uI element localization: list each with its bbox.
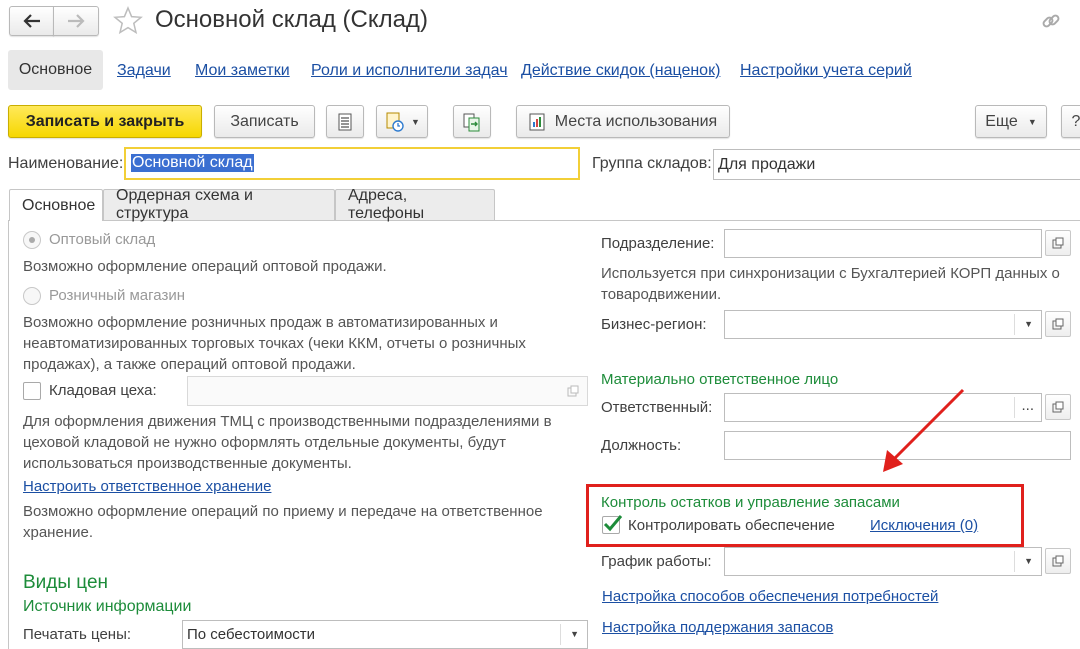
document-list-icon: [338, 113, 352, 130]
retail-radio[interactable]: [23, 287, 41, 305]
workshop-hint: Для оформления движения ТМЦ с производст…: [23, 413, 552, 472]
radio-dot: [29, 237, 35, 243]
more-button[interactable]: Еще ▼: [975, 105, 1047, 138]
workshop-checkbox[interactable]: [23, 382, 41, 400]
dropdown-divider: [1014, 314, 1015, 335]
position-label: Должность:: [601, 437, 682, 454]
link-icon[interactable]: [1040, 10, 1062, 36]
forward-button[interactable]: [53, 6, 99, 36]
group-field[interactable]: Для продажи: [713, 149, 1080, 180]
window-title: Основной склад (Склад): [155, 6, 428, 33]
wholesale-radio[interactable]: [23, 231, 41, 249]
chart-document-icon: [529, 113, 545, 130]
document-clock-icon: [386, 112, 404, 132]
name-field[interactable]: Основной склад: [124, 147, 580, 180]
usage-places-button[interactable]: Места использования: [516, 105, 730, 138]
open-icon: [1052, 318, 1064, 330]
schedule-field[interactable]: ▼: [724, 547, 1042, 576]
chevron-down-icon: ▼: [570, 629, 579, 639]
mol-title: Материально ответственное лицо: [601, 371, 839, 388]
group-field-value: Для продажи: [718, 156, 816, 173]
nav-item-main-label: Основное: [18, 61, 93, 78]
dropdown-divider: [560, 624, 561, 645]
custody-link[interactable]: Настроить ответственное хранение: [23, 478, 271, 495]
open-icon: [1052, 401, 1064, 413]
price-types-title: Виды цен: [23, 572, 109, 593]
region-open-button[interactable]: [1045, 311, 1071, 337]
annotation-arrow-icon: [883, 388, 965, 472]
save-button[interactable]: Записать: [214, 105, 315, 138]
tab-order-scheme[interactable]: Ордерная схема и структура: [103, 187, 335, 222]
create-based-on-button[interactable]: ▼: [376, 105, 428, 138]
retail-label: Розничный магазин: [49, 287, 185, 304]
chevron-down-icon: ▼: [1024, 319, 1033, 329]
back-button[interactable]: [9, 6, 54, 36]
dropdown-divider: [1014, 551, 1015, 572]
document-list-button[interactable]: [326, 105, 364, 138]
schedule-label: График работы:: [601, 553, 712, 570]
tab-main[interactable]: Основное: [9, 189, 103, 221]
nav-item-main[interactable]: Основное: [8, 50, 103, 90]
nav-link-series[interactable]: Настройки учета серий: [740, 62, 912, 80]
nav-link-tasks[interactable]: Задачи: [117, 62, 171, 80]
highlight-frame: [586, 484, 1024, 547]
division-open-button[interactable]: [1045, 230, 1071, 256]
dropdown-divider: [1014, 397, 1015, 418]
open-icon: [567, 385, 579, 397]
open-icon: [1052, 237, 1064, 249]
structure-button[interactable]: [453, 105, 491, 138]
retail-hint: Возможно оформление розничных продаж в а…: [23, 314, 526, 373]
name-field-value: Основной склад: [131, 154, 254, 172]
workshop-label: Кладовая цеха:: [49, 382, 157, 399]
save-and-close-button[interactable]: Записать и закрыть: [8, 105, 202, 138]
schedule-open-button[interactable]: [1045, 548, 1071, 574]
open-icon: [1052, 555, 1064, 567]
print-prices-value: По себестоимости: [187, 626, 316, 643]
arrow-left-icon: [22, 14, 40, 28]
nav-link-notes[interactable]: Мои заметки: [195, 62, 290, 80]
division-field[interactable]: [724, 229, 1042, 258]
workshop-field[interactable]: [187, 376, 588, 406]
tab-order-scheme-label: Ордерная схема и структура: [116, 187, 253, 222]
arrow-right-icon: [68, 14, 85, 28]
print-prices-label: Печатать цены:: [23, 626, 132, 643]
document-move-icon: [463, 113, 480, 131]
wholesale-hint: Возможно оформление операций оптовой про…: [23, 258, 387, 275]
more-label: Еще: [985, 112, 1018, 130]
select-ellipsis-icon[interactable]: ...: [1021, 397, 1034, 414]
region-label: Бизнес-регион:: [601, 316, 707, 333]
tab-panel-border: [8, 221, 9, 649]
tab-addresses-label: Адреса, телефоны: [348, 187, 425, 222]
region-field[interactable]: ▼: [724, 310, 1042, 339]
favorite-star-icon[interactable]: [113, 6, 143, 38]
chevron-down-icon: ▼: [1024, 556, 1033, 566]
group-label: Группа складов:: [592, 155, 712, 172]
tab-main-label: Основное: [22, 196, 96, 214]
nav-link-roles[interactable]: Роли и исполнители задач: [311, 62, 508, 80]
custody-hint: Возможно оформление операций по приему и…: [23, 503, 543, 541]
division-label: Подразделение:: [601, 235, 715, 252]
usage-places-label: Места использования: [554, 112, 718, 130]
stock-support-link[interactable]: Настройка поддержания запасов: [602, 619, 833, 636]
responsible-label: Ответственный:: [601, 399, 713, 416]
division-hint: Используется при синхронизации с Бухгалт…: [601, 265, 1060, 303]
chevron-down-icon: ▼: [411, 116, 420, 127]
supply-methods-link[interactable]: Настройка способов обеспечения потребнос…: [602, 588, 938, 605]
print-prices-select[interactable]: По себестоимости ▼: [182, 620, 588, 649]
responsible-open-button[interactable]: [1045, 394, 1071, 420]
info-source-title: Источник информации: [23, 598, 192, 615]
help-button[interactable]: ?: [1061, 105, 1080, 138]
nav-link-discounts[interactable]: Действие скидок (наценок): [521, 62, 720, 80]
wholesale-label: Оптовый склад: [49, 231, 156, 248]
tab-addresses[interactable]: Адреса, телефоны: [335, 187, 495, 222]
name-label: Наименование:: [8, 155, 124, 172]
chevron-down-icon: ▼: [1027, 116, 1037, 127]
